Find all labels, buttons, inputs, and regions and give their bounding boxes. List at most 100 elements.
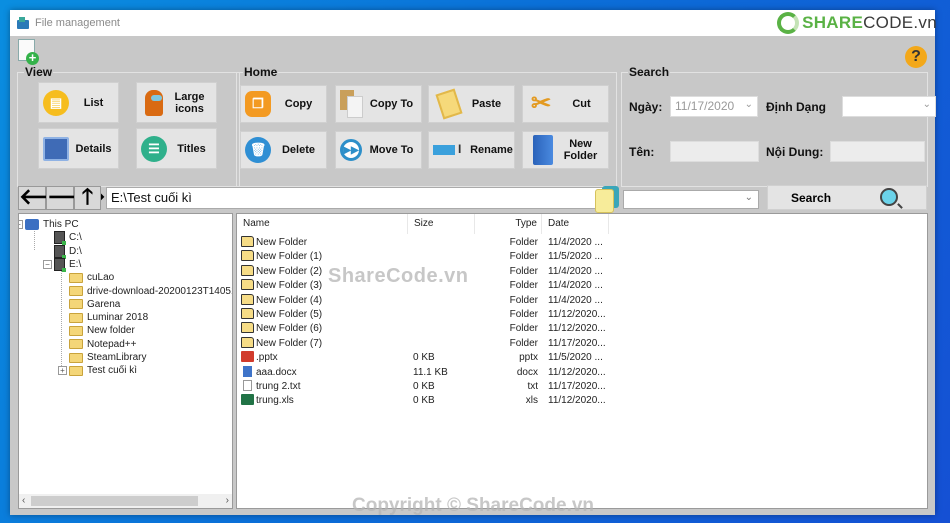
excel-file-icon: [241, 394, 254, 406]
name-input[interactable]: [670, 141, 759, 162]
folder-tree[interactable]: ‹ › − This PC C:\D:\ − E:\ cuLaodrive-downloa…: [18, 213, 233, 509]
file-name: New Folder (7): [256, 337, 323, 349]
new-folder-button[interactable]: New Folder: [522, 131, 609, 169]
column-header-size[interactable]: Size: [408, 214, 475, 234]
view-group-legend: View: [25, 65, 53, 79]
up-button[interactable]: 🡑: [74, 186, 101, 210]
file-type-cell: Folder: [509, 237, 538, 248]
tree-item[interactable]: − E:\: [43, 257, 82, 272]
file-row[interactable]: aaa.docx 11.1 KB docx 11/12/2020...: [237, 365, 927, 380]
tree-item[interactable]: Luminar 2018: [69, 311, 148, 324]
file-name-cell: trung.xls: [241, 394, 407, 408]
button-label: Paste: [471, 98, 502, 110]
file-row[interactable]: New Folder (4) Folder 11/4/2020 ...: [237, 293, 927, 308]
copy-to-button[interactable]: Copy To: [335, 85, 422, 123]
file-name-cell: New Folder (4): [241, 293, 407, 308]
fast-forward-icon: ▶▶: [340, 139, 362, 161]
cut-button[interactable]: ✂ Cut: [522, 85, 609, 123]
file-row[interactable]: New Folder (5) Folder 11/12/2020...: [237, 308, 927, 322]
file-type-cell: Folder: [509, 337, 538, 349]
forward-button[interactable]: 🡒: [46, 186, 106, 210]
tree-connector: [34, 228, 35, 250]
tree-item[interactable]: Garena: [69, 298, 120, 311]
move-to-button[interactable]: ▶▶ Move To: [335, 131, 422, 169]
file-size-cell: 0 KB: [413, 395, 435, 407]
file-list[interactable]: Name Size Type Date New Folder Folder 11/4…: [236, 213, 928, 509]
column-header-name[interactable]: Name: [237, 214, 408, 234]
filter-select[interactable]: ⌄: [623, 190, 759, 209]
file-name-cell: New Folder (2): [241, 264, 407, 279]
file-name-cell: New Folder (3): [241, 279, 407, 293]
view-list-button[interactable]: ▤ List: [38, 82, 119, 123]
format-select[interactable]: ⌄: [842, 96, 936, 117]
file-row[interactable]: New Folder (2) Folder 11/4/2020 ...: [237, 264, 927, 279]
tree-item-label: D:\: [69, 245, 82, 257]
file-row[interactable]: New Folder (7) Folder 11/17/2020...: [237, 336, 927, 351]
rename-button[interactable]: Rename: [428, 131, 515, 169]
collapse-icon[interactable]: −: [19, 220, 23, 229]
file-date-cell: 11/5/2020 ...: [548, 352, 603, 364]
new-file-button[interactable]: +: [16, 38, 40, 66]
view-large-icons-button[interactable]: Large icons: [136, 82, 217, 123]
file-type-cell: pptx: [519, 352, 538, 364]
file-name: .pptx: [256, 352, 278, 364]
back-button[interactable]: 🡐: [18, 186, 78, 210]
tree-item[interactable]: D:\: [54, 244, 82, 259]
copy-button[interactable]: ❐ Copy: [240, 85, 327, 123]
file-row[interactable]: trung.xls 0 KB xls 11/12/2020...: [237, 394, 927, 408]
tree-item[interactable]: cuLao: [69, 271, 114, 284]
address-bar[interactable]: E:\Test cuối kì: [106, 187, 603, 209]
file-name: New Folder (4): [256, 294, 323, 306]
collapse-icon[interactable]: −: [43, 259, 52, 269]
tree-item[interactable]: − This PC: [19, 218, 79, 231]
tree-item[interactable]: drive-download-20200123T1405132: [69, 285, 232, 298]
scroll-right-arrow[interactable]: ›: [226, 494, 229, 508]
date-picker[interactable]: 11/17/2020 ⌄: [670, 96, 758, 117]
file-name-cell: New Folder (1): [241, 250, 407, 264]
folder-icon: [69, 312, 83, 323]
search-button[interactable]: Search: [767, 185, 927, 210]
column-header-type[interactable]: Type: [475, 214, 542, 234]
file-type-cell: Folder: [509, 294, 538, 306]
file-row[interactable]: .pptx 0 KB pptx 11/5/2020 ...: [237, 351, 927, 365]
expand-icon[interactable]: +: [58, 366, 67, 376]
column-header-date[interactable]: Date: [542, 214, 609, 234]
tree-item[interactable]: New folder: [69, 324, 135, 337]
tree-item[interactable]: + Test cuối kì: [58, 364, 137, 377]
tree-item-label: E:\: [69, 258, 82, 270]
button-label: Details: [75, 142, 112, 155]
file-row[interactable]: trung 2.txt 0 KB txt 11/17/2020...: [237, 380, 927, 394]
button-label: Titles: [177, 142, 206, 155]
file-row[interactable]: New Folder (1) Folder 11/5/2020 ...: [237, 250, 927, 264]
rename-icon: [433, 142, 469, 156]
tree-item-label: Notepad++: [87, 338, 137, 350]
file-size-cell: 11.1 KB: [413, 366, 448, 378]
scrollbar-thumb[interactable]: [31, 496, 198, 506]
chevron-down-icon: ⌄: [744, 192, 753, 203]
file-size-cell: 0 KB: [413, 381, 435, 392]
file-name-cell: New Folder (6): [241, 322, 407, 336]
file-type-cell: Folder: [509, 280, 538, 292]
paste-button[interactable]: Paste: [428, 85, 515, 123]
file-row[interactable]: New Folder (6) Folder 11/12/2020...: [237, 322, 927, 336]
folder-icon: [241, 322, 254, 334]
chevron-down-icon: ⌄: [922, 99, 931, 110]
view-details-button[interactable]: Details: [38, 128, 119, 169]
button-label: Copy: [284, 98, 313, 110]
tree-item[interactable]: C:\: [54, 231, 82, 246]
drive-icon: [54, 244, 66, 259]
scroll-left-arrow[interactable]: ‹: [22, 494, 25, 508]
file-date-cell: 11/12/2020...: [548, 323, 606, 335]
app-icon: [17, 17, 29, 29]
delete-button[interactable]: 🗑 Delete: [240, 131, 327, 169]
tree-horizontal-scrollbar[interactable]: ‹ ›: [19, 494, 232, 508]
file-row[interactable]: New Folder Folder 11/4/2020 ...: [237, 236, 927, 250]
tree-item[interactable]: Notepad++: [69, 338, 137, 351]
tree-item[interactable]: SteamLibrary: [69, 351, 146, 364]
view-titles-button[interactable]: ☰ Titles: [136, 128, 217, 169]
file-row[interactable]: New Folder (3) Folder 11/4/2020 ...: [237, 279, 927, 293]
content-input[interactable]: [830, 141, 925, 162]
tree-item-label: C:\: [69, 232, 82, 244]
file-type-cell: txt: [527, 381, 538, 392]
folder-icon: [241, 279, 254, 291]
